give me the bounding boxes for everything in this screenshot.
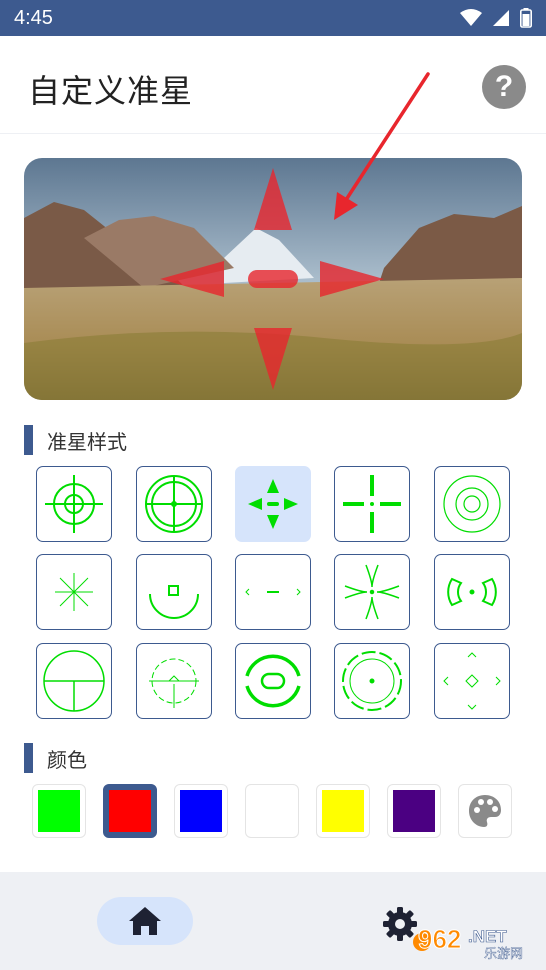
page-title: 自定义准星	[28, 72, 194, 110]
status-time: 4:45	[14, 6, 53, 29]
custom-color-button[interactable]	[458, 784, 512, 838]
arc-crosshair-icon	[149, 585, 199, 619]
color-swatch-green[interactable]	[32, 784, 86, 838]
status-bar: 4:45	[0, 0, 546, 36]
crosshair-preview	[24, 158, 522, 400]
site-watermark: 962 .NET 乐游网	[413, 924, 523, 962]
swatch-chip	[251, 790, 293, 832]
swatch-chip	[393, 790, 435, 832]
crosshair-style-grid	[36, 466, 512, 720]
styles-section-title: 准星样式	[47, 429, 127, 454]
pinch-crosshair-icon	[344, 564, 400, 620]
watermark-domain: .NET	[468, 927, 507, 946]
crosshair-style-13[interactable]	[235, 643, 311, 719]
app-header: 自定义准星 ?	[0, 36, 546, 134]
color-swatch-blue[interactable]	[174, 784, 228, 838]
star-crosshair-icon	[55, 573, 93, 611]
concentric-crosshair-icon	[443, 475, 501, 533]
color-swatch-indigo[interactable]	[387, 784, 441, 838]
crosshair-style-8[interactable]	[235, 554, 311, 630]
crosshair-style-11[interactable]	[36, 643, 112, 719]
chevron-circle-crosshair-icon	[149, 658, 199, 708]
crosshair-style-6[interactable]	[36, 554, 112, 630]
diamond-crosshair-icon	[443, 652, 501, 710]
dash-crosshair-icon	[245, 588, 301, 596]
crosshair-style-4[interactable]	[334, 466, 410, 542]
help-button[interactable]: ?	[482, 65, 526, 109]
crosshair-style-14[interactable]	[334, 643, 410, 719]
swatch-chip	[38, 790, 80, 832]
styles-section-header: 准星样式	[24, 425, 127, 455]
swatch-chip	[180, 790, 222, 832]
ring-capsule-crosshair-icon	[245, 654, 301, 708]
bracket-crosshair-icon	[447, 577, 497, 607]
color-swatch-row	[32, 784, 516, 840]
circle-crosshair-icon	[45, 475, 103, 533]
cellular-icon	[493, 10, 509, 26]
crosshair-style-3[interactable]	[235, 466, 311, 542]
section-marker	[24, 743, 33, 773]
battery-icon	[520, 8, 532, 28]
section-marker	[24, 425, 33, 455]
crosshair-style-9[interactable]	[334, 554, 410, 630]
swatch-chip	[322, 790, 364, 832]
crosshair-style-2[interactable]	[136, 466, 212, 542]
crosshair-style-15[interactable]	[434, 643, 510, 719]
annotation-arrow	[334, 72, 430, 220]
colors-section-title: 颜色	[47, 747, 87, 772]
double-ring-crosshair-icon	[342, 651, 402, 711]
swatch-chip	[109, 790, 151, 832]
colors-section-header: 颜色	[24, 743, 87, 773]
help-icon: ?	[494, 70, 514, 103]
bottom-nav: 962 .NET 乐游网	[0, 872, 546, 970]
nav-home-button[interactable]	[97, 897, 193, 945]
color-swatch-white[interactable]	[245, 784, 299, 838]
home-icon	[129, 907, 161, 935]
wifi-icon	[460, 9, 482, 26]
scope-crosshair-icon	[145, 475, 203, 533]
crosshair-style-10[interactable]	[434, 554, 510, 630]
palette-icon	[469, 795, 501, 827]
crosshair-style-1[interactable]	[36, 466, 112, 542]
status-icons	[460, 8, 532, 28]
watermark-brand: 962	[418, 924, 461, 954]
watermark-sub: 乐游网	[484, 947, 523, 962]
t-circle-crosshair-icon	[43, 650, 105, 712]
arrow-crosshair-icon	[248, 479, 298, 529]
crosshair-style-5[interactable]	[434, 466, 510, 542]
color-swatch-yellow[interactable]	[316, 784, 370, 838]
color-swatch-red[interactable]	[103, 784, 157, 838]
plus-crosshair-icon	[343, 475, 401, 533]
crosshair-style-7[interactable]	[136, 554, 212, 630]
crosshair-style-12[interactable]	[136, 643, 212, 719]
